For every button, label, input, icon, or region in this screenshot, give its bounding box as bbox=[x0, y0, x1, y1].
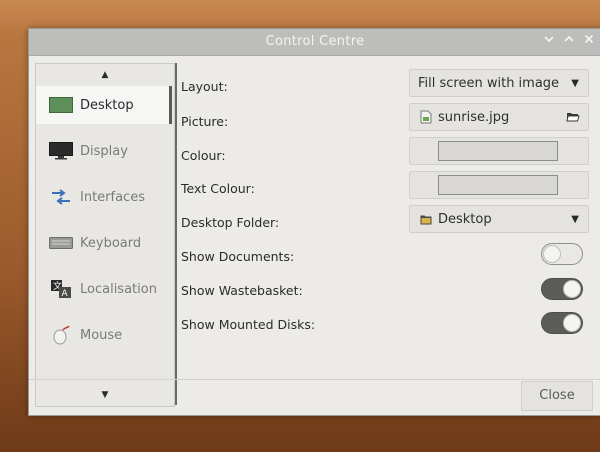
chevron-up-icon bbox=[564, 35, 574, 42]
chevron-down-icon bbox=[544, 36, 554, 43]
sidebar-item-label: Localisation bbox=[80, 281, 157, 297]
colour-label: Colour: bbox=[181, 148, 226, 163]
desktop-folder-dropdown[interactable]: Desktop ▼ bbox=[409, 205, 589, 233]
sidebar-item-mouse[interactable]: Mouse bbox=[36, 316, 172, 354]
layout-value: Fill screen with image bbox=[418, 75, 560, 91]
folder-icon bbox=[420, 215, 432, 224]
show-documents-label: Show Documents: bbox=[181, 249, 295, 264]
sidebar-item-keyboard[interactable]: Keyboard bbox=[36, 224, 172, 262]
picture-value: sunrise.jpg bbox=[438, 109, 510, 125]
sidebar-item-label: Mouse bbox=[80, 327, 123, 343]
layout-dropdown[interactable]: Fill screen with image ▼ bbox=[409, 69, 589, 97]
triangle-down-icon: ▼ bbox=[571, 77, 579, 89]
maximize-button[interactable] bbox=[561, 33, 577, 49]
sidebar-item-interfaces[interactable]: Interfaces bbox=[36, 178, 172, 216]
localisation-icon: 文A bbox=[48, 280, 74, 299]
sidebar-scroll-down[interactable]: ▼ bbox=[36, 388, 174, 402]
show-documents-toggle[interactable] bbox=[541, 243, 583, 265]
picture-file-chooser[interactable]: sunrise.jpg bbox=[409, 103, 589, 131]
show-wastebasket-toggle[interactable] bbox=[541, 278, 583, 300]
close-window-button[interactable] bbox=[581, 33, 597, 49]
keyboard-icon bbox=[48, 234, 74, 252]
sidebar-divider bbox=[175, 63, 177, 405]
monitor-icon bbox=[48, 142, 74, 160]
control-centre-window: Control Centre ▲ Desktop Display Interfa… bbox=[28, 28, 600, 416]
svg-text:A: A bbox=[62, 289, 69, 299]
show-mounted-disks-toggle[interactable] bbox=[541, 312, 583, 334]
show-mounted-disks-label: Show Mounted Disks: bbox=[181, 317, 316, 332]
picture-label: Picture: bbox=[181, 114, 229, 129]
mouse-icon bbox=[48, 325, 74, 345]
toggle-knob bbox=[563, 314, 581, 332]
minimize-button[interactable] bbox=[541, 33, 557, 49]
triangle-down-icon: ▼ bbox=[101, 390, 109, 400]
desktop-folder-label: Desktop Folder: bbox=[181, 215, 280, 230]
toggle-knob bbox=[543, 245, 561, 263]
triangle-up-icon: ▲ bbox=[101, 70, 109, 80]
image-file-icon bbox=[420, 110, 432, 124]
desktop-folder-value: Desktop bbox=[438, 211, 492, 227]
sidebar-item-label: Display bbox=[80, 143, 128, 159]
folder-open-icon bbox=[566, 113, 580, 122]
footer-separator bbox=[29, 379, 600, 380]
close-icon bbox=[584, 34, 594, 44]
colour-swatch bbox=[438, 141, 558, 161]
toggle-knob bbox=[563, 280, 581, 298]
interfaces-icon bbox=[48, 188, 74, 206]
desktop-icon bbox=[48, 96, 74, 114]
sidebar-item-label: Keyboard bbox=[80, 235, 142, 251]
layout-label: Layout: bbox=[181, 79, 228, 94]
sidebar-scroll-up[interactable]: ▲ bbox=[36, 68, 174, 82]
text-colour-swatch bbox=[438, 175, 558, 195]
sidebar-item-label: Interfaces bbox=[80, 189, 145, 205]
close-button[interactable]: Close bbox=[521, 381, 593, 411]
text-colour-button[interactable] bbox=[409, 171, 589, 199]
sidebar-item-label: Desktop bbox=[80, 97, 134, 113]
sidebar-item-localisation[interactable]: 文A Localisation bbox=[36, 270, 172, 308]
sidebar: ▲ Desktop Display Interfaces Keyboard 文 … bbox=[35, 63, 175, 407]
triangle-down-icon: ▼ bbox=[571, 213, 579, 225]
sidebar-item-display[interactable]: Display bbox=[36, 132, 172, 170]
show-wastebasket-label: Show Wastebasket: bbox=[181, 283, 303, 298]
text-colour-label: Text Colour: bbox=[181, 181, 255, 196]
window-title: Control Centre bbox=[265, 34, 365, 49]
title-bar[interactable]: Control Centre bbox=[29, 29, 600, 56]
sidebar-item-desktop[interactable]: Desktop bbox=[36, 86, 172, 124]
colour-button[interactable] bbox=[409, 137, 589, 165]
